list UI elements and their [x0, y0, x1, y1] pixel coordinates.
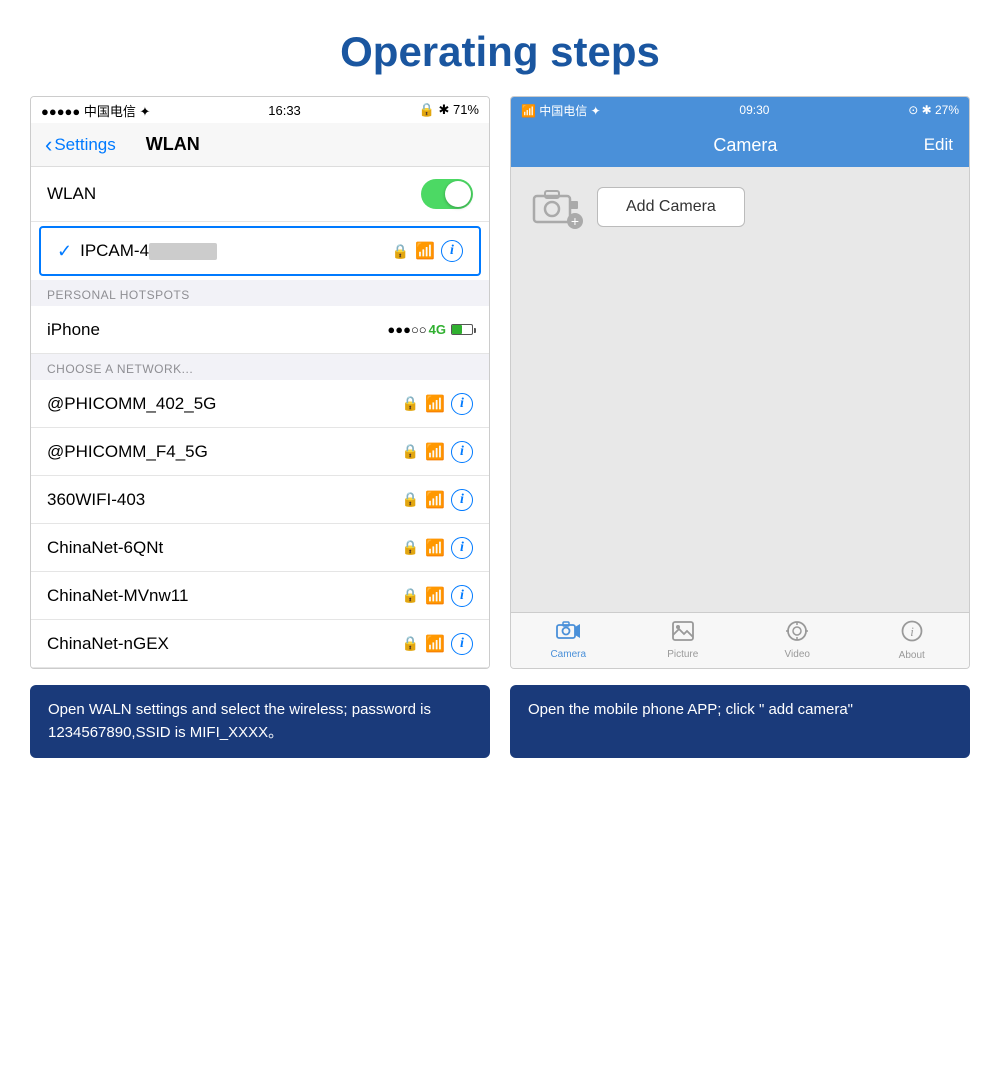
wifi-icon: 📶 [415, 241, 435, 261]
network-name-0: @PHICOMM_402_5G [47, 394, 402, 414]
network-name-4: ChinaNet-MVnw11 [47, 586, 402, 606]
status-bar-right: 📶 中国电信 ✦ 09:30 ⊙ ✱ 27% [511, 97, 969, 123]
network-icons-3: 🔒 📶 i [402, 537, 473, 559]
right-status-left: 📶 中国电信 ✦ [521, 102, 601, 119]
lock-icon-1: 🔒 [402, 443, 419, 460]
connected-network-icons: 🔒 📶 i [392, 240, 463, 262]
network-name-3: ChinaNet-6QNt [47, 538, 402, 558]
status-bar-left: ●●●●● 中国电信 ✦ 16:33 🔒 ✱ 71% [31, 97, 489, 123]
phones-container: ●●●●● 中国电信 ✦ 16:33 🔒 ✱ 71% ‹ Settings WL… [0, 96, 1000, 669]
nav-bar-right: Camera Edit [511, 123, 969, 167]
camera-placeholder-icon: + [531, 187, 581, 227]
network-icons-2: 🔒 📶 i [402, 489, 473, 511]
picture-tab-icon [672, 621, 694, 647]
connected-network-name: IPCAM-4XXXXXX [80, 241, 392, 261]
hotspots-header: PERSONAL HOTSPOTS [31, 280, 489, 306]
lock-icon-3: 🔒 [402, 539, 419, 556]
tab-picture-label: Picture [667, 649, 698, 660]
network-row-2[interactable]: 360WIFI-403 🔒 📶 i [31, 476, 489, 524]
network-icons-1: 🔒 📶 i [402, 441, 473, 463]
page-title: Operating steps [0, 0, 1000, 96]
tab-camera-label: Camera [550, 649, 586, 660]
video-tab-icon [785, 621, 809, 647]
info-icon[interactable]: i [441, 240, 463, 262]
info-icon-3[interactable]: i [451, 537, 473, 559]
tab-camera[interactable]: Camera [511, 617, 626, 664]
network-row-5[interactable]: ChinaNet-nGEX 🔒 📶 i [31, 620, 489, 668]
back-button[interactable]: ‹ Settings [45, 132, 116, 158]
wifi-icon-1: 📶 [425, 442, 445, 462]
wifi-icon-3: 📶 [425, 538, 445, 558]
lock-icon-2: 🔒 [402, 491, 419, 508]
network-row-3[interactable]: ChinaNet-6QNt 🔒 📶 i [31, 524, 489, 572]
tab-picture[interactable]: Picture [626, 617, 741, 664]
svg-text:i: i [910, 624, 914, 639]
settings-list: WLAN ✓ IPCAM-4XXXXXX 🔒 📶 i PERSONAL HOTS… [31, 167, 489, 668]
camera-content: + Add Camera [511, 167, 969, 612]
info-icon-1[interactable]: i [451, 441, 473, 463]
wifi-icon-4: 📶 [425, 586, 445, 606]
hotspot-name: iPhone [47, 320, 387, 340]
wifi-icon-5: 📶 [425, 634, 445, 654]
info-icon-0[interactable]: i [451, 393, 473, 415]
network-icons-5: 🔒 📶 i [402, 633, 473, 655]
network-icons-0: 🔒 📶 i [402, 393, 473, 415]
lock-icon: 🔒 [392, 243, 409, 260]
nav-bar-left: ‹ Settings WLAN [31, 123, 489, 167]
info-icon-4[interactable]: i [451, 585, 473, 607]
tab-video-label: Video [785, 649, 810, 660]
tab-video[interactable]: Video [740, 617, 855, 664]
wlan-row: WLAN [31, 167, 489, 222]
network-name-2: 360WIFI-403 [47, 490, 402, 510]
tab-bar: Camera Picture [511, 612, 969, 668]
network-row-1[interactable]: @PHICOMM_F4_5G 🔒 📶 i [31, 428, 489, 476]
camera-nav-title: Camera [713, 135, 777, 156]
right-status-center: 09:30 [739, 103, 769, 117]
info-icon-2[interactable]: i [451, 489, 473, 511]
network-icons-4: 🔒 📶 i [402, 585, 473, 607]
add-camera-button[interactable]: Add Camera [597, 187, 745, 227]
nav-title: WLAN [146, 134, 200, 155]
wifi-icon-0: 📶 [425, 394, 445, 414]
lock-icon-4: 🔒 [402, 587, 419, 604]
status-left-text: ●●●●● 中国电信 ✦ [41, 101, 150, 120]
wlan-label: WLAN [47, 184, 421, 204]
info-icon-5[interactable]: i [451, 633, 473, 655]
hotspot-row[interactable]: iPhone ●●●○○ 4G [31, 306, 489, 354]
camera-tab-icon [556, 621, 580, 647]
network-name-5: ChinaNet-nGEX [47, 634, 402, 654]
edit-button[interactable]: Edit [924, 135, 953, 155]
tab-about-label: About [899, 650, 925, 661]
left-phone: ●●●●● 中国电信 ✦ 16:33 🔒 ✱ 71% ‹ Settings WL… [30, 96, 490, 669]
left-caption: Open WALN settings and select the wirele… [30, 685, 490, 758]
tab-about[interactable]: i About [855, 616, 970, 665]
back-label[interactable]: Settings [54, 135, 115, 155]
network-row-0[interactable]: @PHICOMM_402_5G 🔒 📶 i [31, 380, 489, 428]
right-phone: 📶 中国电信 ✦ 09:30 ⊙ ✱ 27% Camera Edit + [510, 96, 970, 669]
about-tab-icon: i [901, 620, 923, 648]
lock-icon-5: 🔒 [402, 635, 419, 652]
network-row-4[interactable]: ChinaNet-MVnw11 🔒 📶 i [31, 572, 489, 620]
hotspot-battery [451, 324, 473, 335]
right-caption: Open the mobile phone APP; click " add c… [510, 685, 970, 758]
hotspot-signal: ●●●○○ [387, 322, 426, 337]
lock-icon-0: 🔒 [402, 395, 419, 412]
choose-network-header: CHOOSE A NETWORK... [31, 354, 489, 380]
wlan-toggle[interactable] [421, 179, 473, 209]
status-right-icons: 🔒 ✱ 71% [419, 102, 479, 118]
right-status-right: ⊙ ✱ 27% [908, 103, 959, 117]
add-camera-area: + Add Camera [531, 187, 745, 227]
caption-boxes: Open WALN settings and select the wirele… [0, 669, 1000, 758]
status-center-time: 16:33 [268, 103, 301, 118]
network-name-1: @PHICOMM_F4_5G [47, 442, 402, 462]
hotspot-4g-label: 4G [429, 322, 446, 337]
wifi-icon-2: 📶 [425, 490, 445, 510]
chevron-left-icon: ‹ [45, 132, 52, 158]
plus-badge-icon: + [567, 213, 583, 229]
connected-network-row[interactable]: ✓ IPCAM-4XXXXXX 🔒 📶 i [39, 226, 481, 276]
checkmark-icon: ✓ [57, 241, 72, 262]
